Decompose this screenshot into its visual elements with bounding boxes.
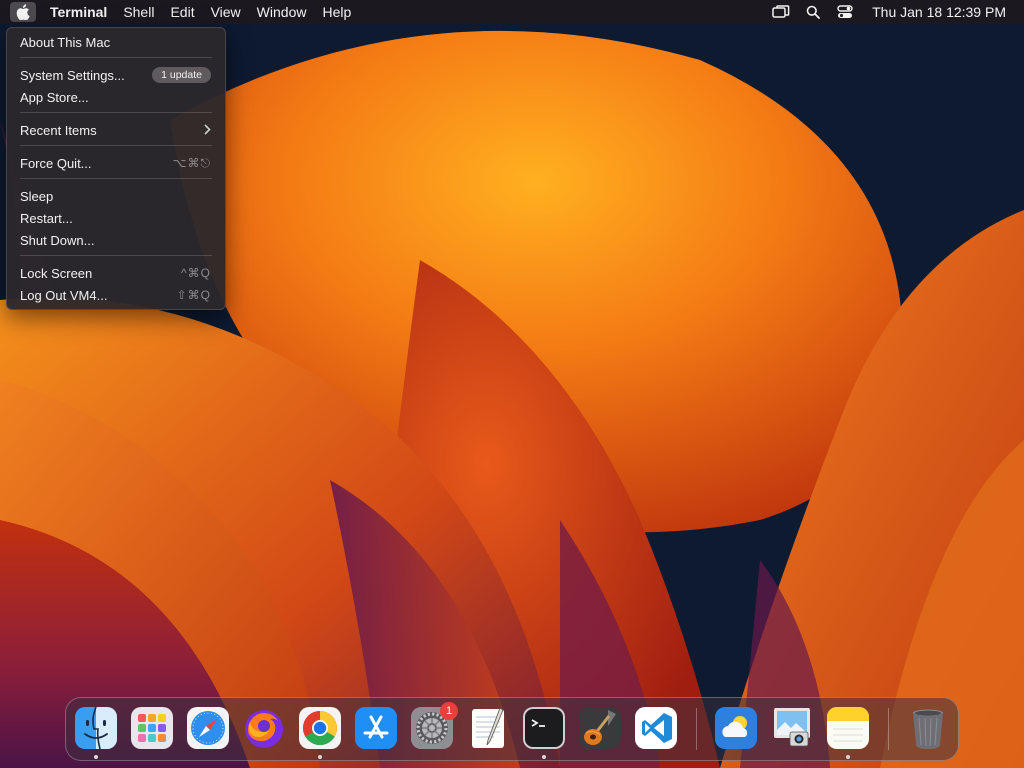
dock-weather[interactable] (714, 706, 758, 750)
chevron-right-icon (204, 122, 211, 138)
dock-safari[interactable] (186, 706, 230, 750)
dock-separator (696, 708, 697, 750)
screen-mirroring-icon[interactable] (770, 0, 792, 24)
menu-help[interactable]: Help (314, 0, 359, 24)
app-store-item[interactable]: App Store... (20, 86, 211, 108)
launchpad-icon (131, 707, 173, 749)
finder-icon (75, 706, 117, 750)
force-quit-label: Force Quit... (20, 155, 92, 171)
dock-chrome[interactable] (298, 706, 342, 759)
about-this-mac-label: About This Mac (20, 34, 111, 50)
weather-icon (715, 707, 757, 749)
about-this-mac-item[interactable]: About This Mac (20, 31, 211, 53)
chrome-icon (299, 707, 341, 749)
terminal-icon (523, 707, 565, 749)
system-settings-item[interactable]: System Settings... 1 update (20, 64, 211, 86)
running-indicator (846, 755, 850, 759)
vscode-icon (635, 707, 677, 749)
recent-items-item[interactable]: Recent Items (20, 119, 211, 141)
shut-down-label: Shut Down... (20, 232, 95, 248)
log-out-shortcut: ⇧⌘Q (176, 288, 211, 302)
restart-item[interactable]: Restart... (20, 207, 211, 229)
update-badge: 1 update (152, 67, 211, 83)
dock-system-settings[interactable]: 1 (410, 702, 458, 750)
force-quit-item[interactable]: Force Quit... ⌥⌘⎋ (20, 152, 211, 174)
menu-edit[interactable]: Edit (162, 0, 202, 24)
spotlight-search-icon[interactable] (802, 0, 824, 24)
running-indicator (542, 755, 546, 759)
menu-app-name[interactable]: Terminal (42, 0, 115, 24)
dock: 1 (65, 697, 959, 761)
preview-icon (774, 708, 810, 747)
dock-terminal[interactable] (522, 706, 566, 759)
app-store-label: App Store... (20, 89, 89, 105)
menu-separator (20, 112, 212, 113)
trash-icon (913, 709, 943, 749)
dock-finder[interactable] (74, 706, 118, 759)
dock-preview[interactable] (770, 706, 814, 750)
dock-firefox[interactable] (242, 706, 286, 750)
running-indicator (94, 755, 98, 759)
garageband-icon (579, 707, 621, 749)
apple-menu-button[interactable] (10, 2, 36, 22)
menu-separator (20, 178, 212, 179)
running-indicator (318, 755, 322, 759)
menu-shell[interactable]: Shell (115, 0, 162, 24)
textedit-icon (472, 707, 504, 748)
menu-separator (20, 145, 212, 146)
system-settings-label: System Settings... (20, 67, 125, 83)
dock-app-store[interactable] (354, 706, 398, 750)
log-out-item[interactable]: Log Out VM4... ⇧⌘Q (20, 284, 211, 306)
log-out-label: Log Out VM4... (20, 287, 108, 303)
menu-view[interactable]: View (203, 0, 249, 24)
notification-badge: 1 (440, 702, 458, 720)
apple-menu-dropdown: About This Mac System Settings... 1 upda… (6, 27, 226, 310)
menu-separator (20, 255, 212, 256)
menu-clock[interactable]: Thu Jan 18 12:39 PM (872, 4, 1006, 20)
dock-textedit[interactable] (466, 706, 510, 750)
sleep-label: Sleep (20, 188, 54, 204)
menu-bar: Terminal Shell Edit View Window Help Thu… (0, 0, 1024, 24)
lock-screen-label: Lock Screen (20, 265, 93, 281)
lock-screen-item[interactable]: Lock Screen ^⌘Q (20, 262, 211, 284)
dock-separator (888, 708, 889, 750)
sleep-item[interactable]: Sleep (20, 185, 211, 207)
control-center-icon[interactable] (834, 0, 856, 24)
dock-trash[interactable] (906, 706, 950, 750)
safari-icon (187, 707, 229, 749)
firefox-icon (245, 710, 283, 748)
app-store-icon (355, 707, 397, 749)
dock-garageband[interactable] (578, 706, 622, 750)
menu-separator (20, 57, 212, 58)
menu-window[interactable]: Window (249, 0, 315, 24)
apple-logo-icon (16, 4, 30, 20)
dock-notes[interactable] (826, 706, 870, 759)
shut-down-item[interactable]: Shut Down... (20, 229, 211, 251)
notes-icon (827, 707, 869, 749)
recent-items-label: Recent Items (20, 122, 97, 138)
dock-vscode[interactable] (634, 706, 678, 750)
force-quit-shortcut: ⌥⌘⎋ (172, 155, 211, 170)
restart-label: Restart... (20, 210, 73, 226)
lock-screen-shortcut: ^⌘Q (181, 266, 211, 280)
dock-launchpad[interactable] (130, 706, 174, 750)
